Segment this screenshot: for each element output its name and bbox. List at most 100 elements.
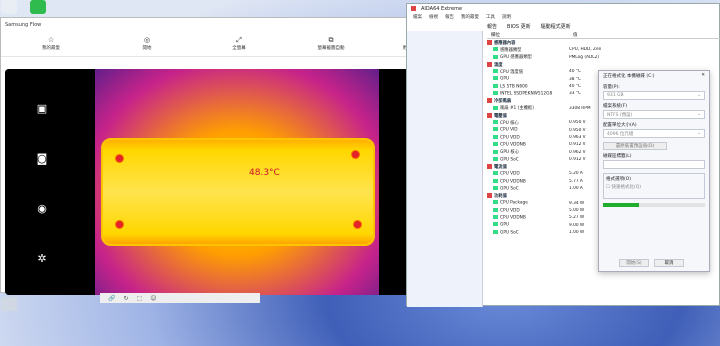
screenshot-button[interactable]: ⧉ 螢幕截圖自動 bbox=[285, 36, 377, 51]
sensor-field: 功耗值 bbox=[487, 192, 569, 199]
gallery-icon[interactable]: ▣ bbox=[35, 102, 49, 116]
sensor-field-label: 溫度 bbox=[494, 62, 503, 68]
desktop-icon-app1[interactable] bbox=[1, 0, 17, 14]
menu-tools[interactable]: 工具 bbox=[486, 14, 495, 20]
screw-marker bbox=[115, 220, 124, 229]
sensor-icon bbox=[493, 171, 498, 176]
chevron-down-icon: ⌄ bbox=[697, 112, 701, 117]
start-button[interactable]: 開始(S) bbox=[619, 259, 649, 267]
cancel-button[interactable]: 取消 bbox=[654, 259, 684, 267]
alloc-value: 4096 位元組 bbox=[607, 132, 634, 137]
desktop-icon-recycle[interactable] bbox=[1, 297, 17, 311]
sensor-icon bbox=[493, 222, 498, 227]
sensor-icon bbox=[493, 215, 498, 220]
sensor-value: CPU, HDD, Zen bbox=[569, 47, 602, 53]
alloc-select[interactable]: 4096 位元組 ⌄ bbox=[603, 129, 705, 138]
sensor-icon bbox=[493, 134, 498, 139]
section-icon bbox=[487, 39, 492, 45]
star-icon: ☆ bbox=[47, 36, 55, 44]
format-dialog: 正在格式化 本機磁碟 (C:) ✕ 容量(P): 931 GB ⌄ 檔案系統(F)… bbox=[598, 70, 710, 272]
thermal-image: 48.3°C bbox=[95, 69, 379, 295]
aperture-icon[interactable]: ✲ bbox=[35, 252, 49, 266]
section-icon bbox=[487, 112, 492, 118]
camera-left-panel: ▣ ◙ ◉ ✲ bbox=[5, 69, 79, 295]
sensor-field-label: 感應器類型 bbox=[500, 47, 522, 53]
sensor-icon bbox=[493, 156, 498, 161]
sensor-field-label: CPU VDD bbox=[500, 208, 520, 214]
phone-screen[interactable]: ▣ ◙ ◉ ✲ 48.3°C ◐ ❦ ⌾ ⚙ bbox=[5, 69, 454, 295]
menu-report[interactable]: 報告 bbox=[445, 14, 454, 20]
camera-icon[interactable]: ◙ bbox=[35, 152, 49, 166]
sensor-row[interactable]: 感應器類型 CPU, HDD, Zen bbox=[487, 46, 720, 53]
rotate-icon[interactable]: ↻ bbox=[123, 295, 128, 302]
sensor-field: GPU SoC bbox=[487, 185, 569, 192]
attach-icon[interactable]: 🔗 bbox=[108, 295, 115, 302]
aida-tree-panel[interactable] bbox=[407, 31, 483, 307]
screw-marker bbox=[351, 150, 360, 159]
progress-fill bbox=[603, 203, 639, 207]
fullscreen-button[interactable]: ⤢ 全螢幕 bbox=[193, 36, 285, 51]
sensor-field: 電壓值 bbox=[487, 112, 569, 119]
aida-menubar: 檔案 檢視 報告 我的最愛 工具 說明 bbox=[407, 13, 719, 21]
sensor-icon bbox=[493, 69, 498, 74]
quick-format-label: 快速格式化(Q) bbox=[611, 185, 642, 190]
sensor-icon bbox=[493, 105, 498, 110]
aida-titlebar: AIDA64 Extreme bbox=[407, 4, 719, 13]
col-value[interactable]: 值 bbox=[569, 32, 578, 38]
filesystem-select[interactable]: NTFS (預設) ⌄ bbox=[603, 110, 705, 119]
section-icon bbox=[487, 98, 492, 104]
sensor-field: GPU SoC bbox=[487, 229, 569, 235]
volume-label: 磁碟區標籤(L) bbox=[603, 154, 632, 159]
sensor-field: CPU VDD bbox=[487, 171, 569, 177]
restore-defaults-button[interactable]: 還原裝置預設值(D) bbox=[603, 142, 667, 150]
sensor-field: CPU VDD bbox=[487, 207, 569, 214]
sensor-icon bbox=[493, 178, 498, 183]
quick-format-checkbox[interactable]: ☐ 快速格式化(Q) bbox=[606, 184, 702, 190]
record-label: 開始 bbox=[142, 46, 152, 51]
crop-icon[interactable]: ⬚ bbox=[137, 295, 143, 302]
sensor-section-row[interactable]: 溫度 bbox=[487, 61, 720, 68]
menu-view[interactable]: 檢視 bbox=[429, 14, 438, 20]
chevron-down-icon: ⌄ bbox=[697, 93, 701, 98]
sensor-field: CPU Package bbox=[487, 200, 569, 206]
shutter-icon[interactable]: ◉ bbox=[35, 202, 49, 216]
sensor-field: CPU VID bbox=[487, 127, 569, 133]
sensor-row[interactable]: GPU 感應器類型 PMLog (ADL2) bbox=[487, 54, 720, 61]
record-icon: ◎ bbox=[143, 36, 151, 44]
emoji-icon[interactable]: ☺ bbox=[150, 295, 156, 302]
aida-logo-icon bbox=[411, 6, 416, 11]
bios-update-button[interactable]: BIOS 更新 bbox=[507, 23, 531, 30]
menu-file[interactable]: 檔案 bbox=[413, 14, 422, 20]
sensor-field-label: 功耗值 bbox=[494, 193, 507, 199]
sensor-section-row[interactable]: 感應器內容 bbox=[487, 39, 720, 46]
favorites-button[interactable]: ☆ 我的最愛 bbox=[1, 36, 101, 51]
sensor-field-label: GPU SoC bbox=[500, 157, 519, 163]
sensor-value: PMLog (ADL2) bbox=[569, 54, 600, 60]
sensor-icon bbox=[493, 149, 498, 154]
sensor-field-label: CPU VDDNB bbox=[500, 215, 526, 221]
sensor-field: GPU bbox=[487, 222, 569, 228]
dialog-titlebar: 正在格式化 本機磁碟 (C:) ✕ bbox=[599, 71, 709, 81]
section-icon bbox=[487, 61, 492, 67]
flow-title: Samsung Flow bbox=[5, 21, 42, 28]
sensor-field-label: GPU SoC bbox=[500, 186, 519, 192]
section-icon bbox=[487, 192, 492, 198]
sensor-field-label: GPU bbox=[500, 76, 510, 82]
driver-update-button[interactable]: 驅動程式更新 bbox=[541, 23, 571, 30]
menu-help[interactable]: 說明 bbox=[502, 14, 511, 20]
col-field[interactable]: 欄位 bbox=[487, 32, 569, 38]
capacity-select[interactable]: 931 GB ⌄ bbox=[603, 91, 705, 100]
sensor-field: CPU 核心 bbox=[487, 120, 569, 126]
menu-favorites[interactable]: 我的最愛 bbox=[461, 14, 479, 20]
volume-input[interactable] bbox=[603, 160, 705, 169]
sensor-field: CPU 溫度值 bbox=[487, 69, 569, 75]
sensor-field-label: INTEL SSDPEKNW512G8 bbox=[500, 91, 553, 97]
fullscreen-icon: ⤢ bbox=[236, 36, 242, 44]
close-icon[interactable]: ✕ bbox=[701, 73, 705, 79]
desktop-icon-app2[interactable] bbox=[30, 0, 46, 14]
sensor-field: GPU 感應器類型 bbox=[487, 54, 569, 60]
filesystem-label: 檔案系統(F) bbox=[603, 104, 628, 109]
sensor-field-label: 感應器內容 bbox=[494, 40, 516, 46]
report-button[interactable]: 報告 bbox=[487, 23, 497, 30]
record-button[interactable]: ◎ 開始 bbox=[101, 36, 193, 51]
